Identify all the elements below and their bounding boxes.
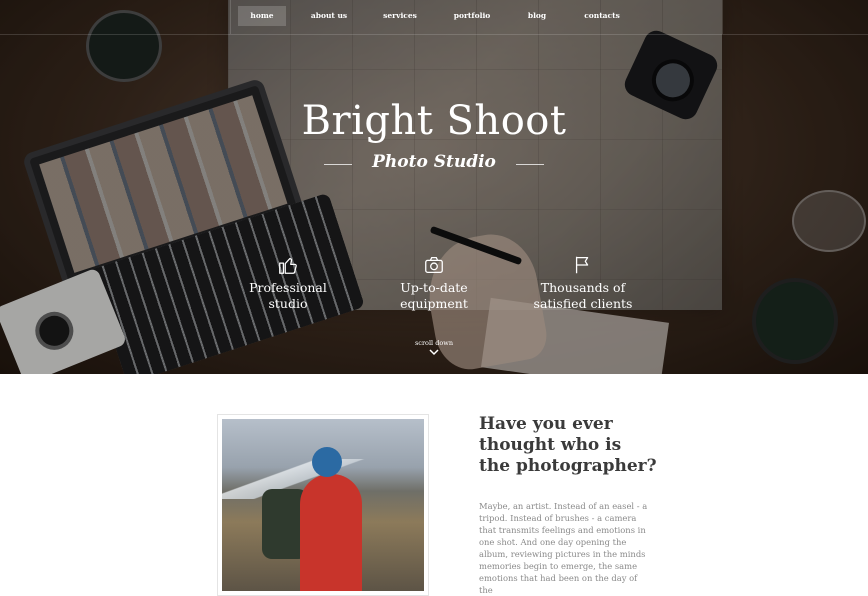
feature-professional-studio: Professional studio [208,254,368,312]
hero-section: home about us services portfolio blog co… [0,0,868,374]
scroll-down-link[interactable]: scroll down [384,339,484,356]
subtitle-rule-right [516,164,544,165]
feature-label: Thousands of satisfied clients [533,280,633,311]
feature-up-to-date-equipment: Up-to-date equipment [354,254,514,312]
scroll-down-label: scroll down [414,339,454,347]
photo-person [300,474,362,591]
top-navigation: home about us services portfolio blog co… [0,0,868,35]
hero-overlay [0,0,868,374]
hero-subtitle: Photo Studio [372,152,496,172]
feature-label: Up-to-date equipment [400,280,468,311]
nav-item-blog[interactable]: blog [518,6,556,26]
feature-satisfied-clients: Thousands of satisfied clients [503,254,663,312]
subtitle-rule-left [324,164,352,165]
about-heading: Have you ever thought who is the photogr… [479,414,657,476]
nav-separator [722,0,723,34]
feature-label: Professional studio [249,280,327,311]
nav-item-contacts[interactable]: contacts [578,6,626,26]
photographer-image [222,419,424,591]
hero-subtitle-row: Photo Studio [0,152,868,176]
flag-icon [575,256,589,274]
chevron-down-icon [429,349,439,356]
thumbs-up-icon [279,257,297,274]
nav-separator [230,0,231,34]
photographer-image-frame [217,414,429,596]
camera-icon [425,257,443,273]
nav-item-portfolio[interactable]: portfolio [448,6,496,26]
hero-title: Bright Shoot [301,98,567,144]
nav-item-about-us[interactable]: about us [304,6,354,26]
nav-item-services[interactable]: services [376,6,424,26]
photo-head [312,447,342,477]
nav-item-home[interactable]: home [238,6,286,26]
about-paragraph: Maybe, an artist. Instead of an easel - … [479,501,648,595]
